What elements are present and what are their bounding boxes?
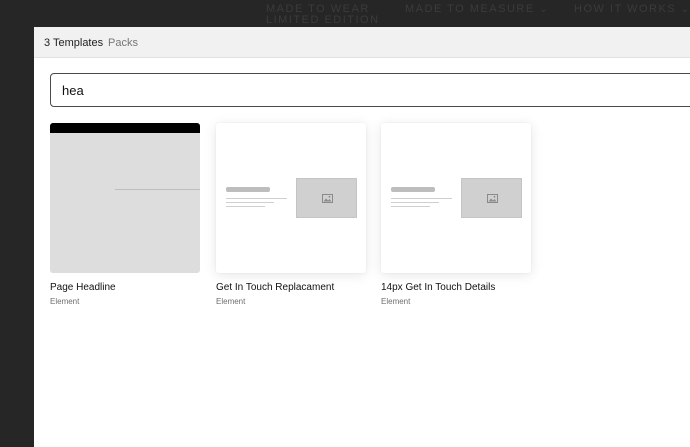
search-input[interactable] [51,74,690,106]
thumbnail-text-line [391,202,439,203]
thumbnail-text-line [391,206,430,207]
template-title[interactable]: 14px Get In Touch Details [381,282,495,294]
thumbnail-line [115,189,200,190]
chevron-down-icon: ⌄ [680,4,690,15]
template-card-get-in-touch-replacament[interactable]: Get In Touch Replacament Element [216,123,366,306]
tab-templates[interactable]: 3 Templates [44,37,103,49]
template-thumbnail[interactable] [50,123,200,273]
thumbnail-heading-bar [226,187,270,192]
page: MADE TO WEAR LIMITED EDITION MADE TO MEA… [0,0,690,447]
template-title[interactable]: Get In Touch Replacament [216,282,334,294]
template-type: Element [216,297,246,306]
thumbnail-heading-bar [391,187,435,192]
nav-label: HOW IT WORKS [574,3,677,15]
image-icon [322,194,333,203]
template-title[interactable]: Page Headline [50,282,116,294]
template-card-14px-get-in-touch-details[interactable]: 14px Get In Touch Details Element [381,123,531,306]
image-icon [487,194,498,203]
nav-label: MADE TO MEASURE [405,3,535,15]
template-library-modal: 3 Templates Packs Page Headline Element [34,27,690,447]
nav-item-how-it-works[interactable]: HOW IT WORKS ⌄ [574,3,690,16]
nav-item-made-to-measure[interactable]: MADE TO MEASURE ⌄ [405,3,548,16]
thumbnail-text-line [226,198,287,199]
template-type: Element [381,297,411,306]
thumbnail-topbar [50,123,200,133]
chevron-down-icon: ⌄ [539,4,548,15]
modal-header: 3 Templates Packs [34,27,690,58]
thumbnail-image-placeholder [296,178,357,218]
thumbnail-text-line [226,202,274,203]
template-card-page-headline[interactable]: Page Headline Element [50,123,200,306]
thumbnail-text-line [391,198,452,199]
template-thumbnail[interactable] [381,123,531,273]
thumbnail-text-line [226,206,265,207]
nav-sublabel: LIMITED EDITION [266,14,380,26]
template-thumbnail[interactable] [216,123,366,273]
nav-item-made-to-wear[interactable]: MADE TO WEAR LIMITED EDITION [266,4,380,26]
thumbnail-image-placeholder [461,178,522,218]
tab-packs[interactable]: Packs [108,37,138,49]
search-box [50,73,690,107]
template-type: Element [50,297,80,306]
